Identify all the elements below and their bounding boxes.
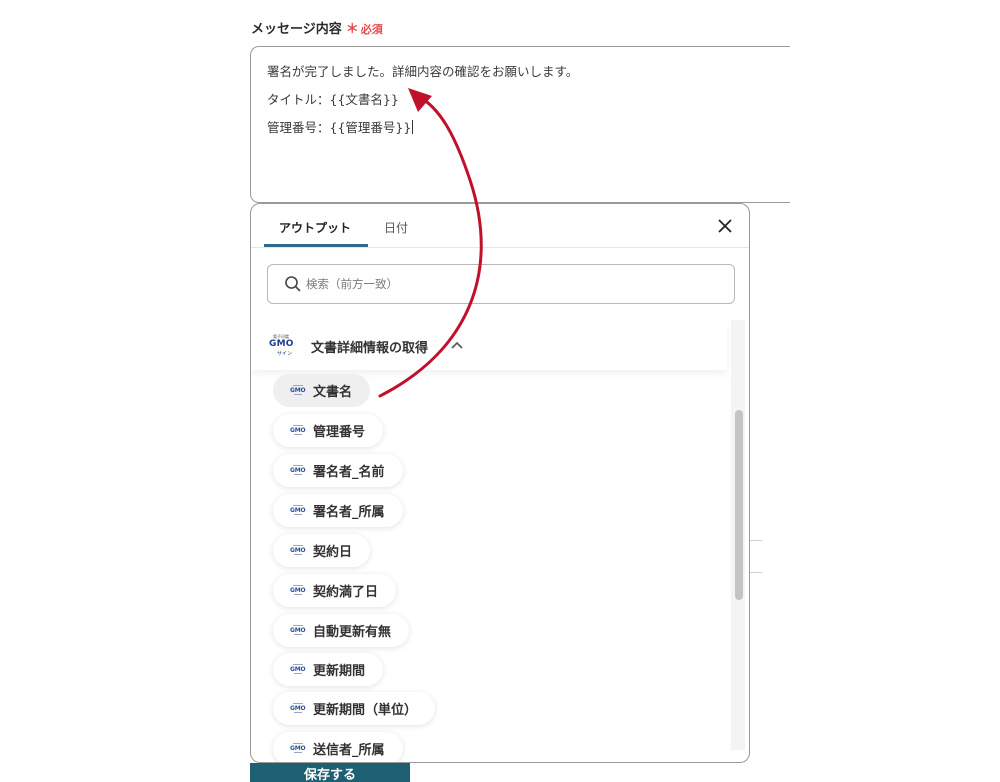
gmo-mini-icon: GMO	[290, 624, 306, 635]
gmo-mini-icon: GMO	[290, 424, 306, 435]
message-textarea[interactable]: 署名が完了しました。詳細内容の確認をお願いします。 タイトル：{{文書名}} 管…	[250, 46, 790, 203]
item-label: 署名者_所属	[313, 505, 385, 520]
gmo-mini-icon: GMO	[290, 504, 306, 515]
list-item-renewal-period-unit[interactable]: GMO 更新期間（単位）	[273, 692, 436, 725]
search-input[interactable]	[306, 274, 706, 294]
item-label: 契約日	[313, 545, 353, 560]
list-item-renewal-period[interactable]: GMO 更新期間	[273, 653, 384, 686]
group-title: 文書詳細情報の取得	[311, 341, 429, 356]
active-tab-indicator	[264, 244, 368, 247]
gmo-logo-bot-text: サイン	[277, 351, 293, 357]
close-button[interactable]	[715, 216, 735, 236]
item-label: 管理番号	[313, 425, 366, 440]
item-label: 更新期間	[313, 664, 366, 679]
gmo-mini-icon: GMO	[290, 742, 306, 753]
gmo-mini-icon: GMO	[290, 584, 306, 595]
search-box[interactable]	[267, 264, 735, 304]
text-caret	[412, 120, 414, 134]
item-label: 更新期間（単位）	[313, 703, 418, 718]
gmo-mini-icon: GMO	[290, 702, 306, 713]
group-header-document-details[interactable]: 電子印鑑 GMO サイン 文書詳細情報の取得	[251, 322, 727, 370]
gmo-mini-icon: GMO	[290, 544, 306, 555]
item-label: 文書名	[313, 385, 353, 400]
save-button[interactable]: 保存する	[250, 763, 410, 782]
message-line-2: タイトル：{{文書名}}	[267, 92, 399, 107]
gmo-mini-icon: GMO	[290, 384, 306, 395]
item-label: 署名者_名前	[313, 465, 385, 480]
close-icon	[718, 219, 732, 233]
message-field-label-text: メッセージ内容	[251, 22, 342, 37]
gmo-sign-logo: 電子印鑑 GMO サイン	[269, 334, 299, 358]
scrollbar-thumb[interactable]	[735, 410, 743, 600]
variable-picker-panel: アウトプット 日付 電子印鑑 GMO サイン 文書詳細情報の取得	[250, 203, 750, 763]
message-line-3-text: 管理番号：{{管理番号}}	[267, 120, 412, 135]
gmo-logo-mid-text: GMO	[269, 339, 294, 349]
item-label: 契約満了日	[313, 585, 379, 600]
chevron-up-icon[interactable]	[450, 340, 464, 350]
message-line-3: 管理番号：{{管理番号}}	[267, 117, 414, 136]
divider	[750, 540, 762, 541]
item-label: 送信者_所属	[313, 743, 385, 758]
list-item-contract-date[interactable]: GMO 契約日	[273, 534, 371, 567]
gmo-mini-icon: GMO	[290, 663, 306, 674]
required-star: ＊	[345, 22, 359, 37]
list-item-signer-affiliation[interactable]: GMO 署名者_所属	[273, 494, 403, 527]
search-icon	[285, 276, 301, 292]
list-item-contract-expiry[interactable]: GMO 契約満了日	[273, 574, 397, 607]
picker-tabs: アウトプット 日付	[251, 204, 749, 248]
tab-date[interactable]: 日付	[384, 219, 408, 236]
gmo-mini-icon: GMO	[290, 464, 306, 475]
list-item-auto-renewal[interactable]: GMO 自動更新有無	[273, 614, 410, 647]
list-item-management-number[interactable]: GMO 管理番号	[273, 414, 384, 447]
tab-output[interactable]: アウトプット	[279, 219, 351, 236]
message-line-1: 署名が完了しました。詳細内容の確認をお願いします。	[267, 64, 579, 79]
item-label: 自動更新有無	[313, 625, 392, 640]
required-text: 必須	[360, 23, 383, 36]
divider	[750, 572, 762, 573]
list-item-signer-name[interactable]: GMO 署名者_名前	[273, 454, 403, 487]
list-item-doc-name[interactable]: GMO 文書名	[273, 374, 371, 407]
message-field-label: メッセージ内容＊必須	[251, 18, 383, 37]
list-item-sender-affiliation[interactable]: GMO 送信者_所属	[273, 732, 403, 762]
